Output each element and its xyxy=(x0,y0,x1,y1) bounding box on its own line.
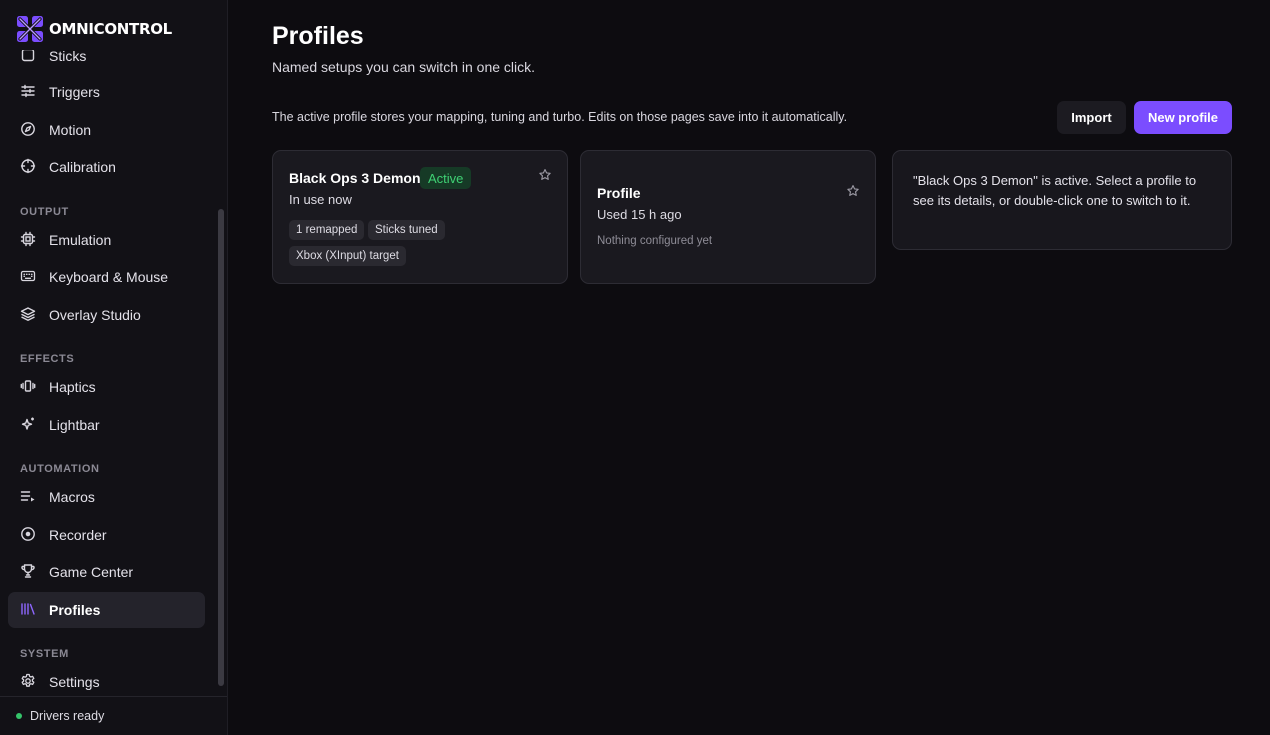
sidebar-item-macros[interactable]: Macros xyxy=(8,479,205,515)
app-window: Sticks Triggers Motion Calibration OUTPU… xyxy=(0,0,1270,735)
tag-chip: Sticks tuned xyxy=(368,220,445,240)
sidebar-nav[interactable]: Sticks Triggers Motion Calibration OUTPU… xyxy=(0,0,227,696)
vibration-icon xyxy=(20,378,36,397)
compass-icon xyxy=(20,121,36,140)
trophy-icon xyxy=(20,563,36,582)
sidebar-item-emulation[interactable]: Emulation xyxy=(8,222,205,258)
favorite-star-icon[interactable] xyxy=(846,184,860,198)
sidebar-item-label: Calibration xyxy=(49,159,116,175)
sidebar-item-keyboard-mouse[interactable]: Keyboard & Mouse xyxy=(8,259,205,295)
tag-chip: 1 remapped xyxy=(289,220,365,240)
status-dot-icon xyxy=(16,713,22,719)
profile-detail-panel: "Black Ops 3 Demon" is active. Select a … xyxy=(892,150,1232,250)
sidebar-item-game-center[interactable]: Game Center xyxy=(8,554,205,590)
section-label-system: SYSTEM xyxy=(20,648,69,660)
tag-chip: Xbox (XInput) target xyxy=(289,246,406,266)
sidebar-item-triggers[interactable]: Triggers xyxy=(8,74,205,110)
sidebar-item-haptics[interactable]: Haptics xyxy=(8,369,205,405)
sidebar-item-label: Settings xyxy=(49,674,100,690)
active-badge: Active xyxy=(420,167,472,189)
profile-name: Black Ops 3 Demon xyxy=(289,170,421,186)
chip-icon xyxy=(20,231,36,250)
sidebar-item-calibration[interactable]: Calibration xyxy=(8,149,205,185)
sidebar-item-label: Overlay Studio xyxy=(49,307,141,323)
profile-status: Used 15 h ago xyxy=(597,207,682,222)
profile-status: In use now xyxy=(289,192,352,207)
layers-icon xyxy=(20,306,36,325)
sidebar-item-label: Macros xyxy=(49,489,95,505)
page-title: Profiles xyxy=(272,22,364,50)
profile-card-black-ops-3-demon[interactable]: Black Ops 3 Demon Active In use now 1 re… xyxy=(272,150,568,284)
section-label-automation: AUTOMATION xyxy=(20,463,100,475)
section-label-effects: EFFECTS xyxy=(20,353,75,365)
driver-status: Drivers ready xyxy=(0,696,227,735)
record-icon xyxy=(20,526,36,545)
sparkles-icon xyxy=(20,416,36,435)
library-icon xyxy=(20,601,36,620)
brand-logo: OMNICONTROL xyxy=(15,13,172,45)
import-button[interactable]: Import xyxy=(1057,101,1126,134)
favorite-star-icon[interactable] xyxy=(538,168,552,182)
sidebar-item-profiles[interactable]: Profiles xyxy=(8,592,205,628)
sidebar-item-label: Recorder xyxy=(49,527,107,543)
crosshair-icon xyxy=(20,158,36,177)
page-subtitle: Named setups you can switch in one click… xyxy=(272,59,536,75)
profile-info-text: The active profile stores your mapping, … xyxy=(272,110,848,124)
sidebar-item-label: Sticks xyxy=(49,48,87,64)
sidebar-item-lightbar[interactable]: Lightbar xyxy=(8,407,205,443)
sidebar-item-label: Keyboard & Mouse xyxy=(49,269,169,285)
sidebar-item-recorder[interactable]: Recorder xyxy=(8,517,205,553)
gear-icon xyxy=(20,673,36,692)
omnicontrol-logo-icon xyxy=(17,16,43,42)
brand-name: OMNICONTROL xyxy=(49,20,172,38)
sidebar-item-overlay-studio[interactable]: Overlay Studio xyxy=(8,297,205,333)
list-play-icon xyxy=(20,488,36,507)
profile-name: Profile xyxy=(597,185,641,201)
sidebar-item-label: Haptics xyxy=(49,379,96,395)
profile-card-profile[interactable]: Profile Used 15 h ago Nothing configured… xyxy=(580,150,876,284)
sidebar-item-settings[interactable]: Settings xyxy=(8,664,205,696)
driver-status-text: Drivers ready xyxy=(30,709,105,723)
sidebar-item-label: Profiles xyxy=(49,602,101,618)
profile-empty-note: Nothing configured yet xyxy=(597,235,713,247)
sidebar-item-label: Game Center xyxy=(49,564,134,580)
sidebar-item-label: Motion xyxy=(49,122,92,138)
sidebar-item-motion[interactable]: Motion xyxy=(8,112,205,148)
sliders-icon xyxy=(20,83,36,102)
new-profile-button[interactable]: New profile xyxy=(1134,101,1232,134)
sidebar-item-label: Triggers xyxy=(49,84,100,100)
sidebar: Sticks Triggers Motion Calibration OUTPU… xyxy=(0,0,228,735)
sidebar-item-label: Emulation xyxy=(49,232,112,248)
sidebar-item-label: Lightbar xyxy=(49,417,100,433)
keyboard-icon xyxy=(20,268,36,287)
section-label-output: OUTPUT xyxy=(20,206,69,218)
sidebar-scrollbar[interactable] xyxy=(218,209,224,686)
